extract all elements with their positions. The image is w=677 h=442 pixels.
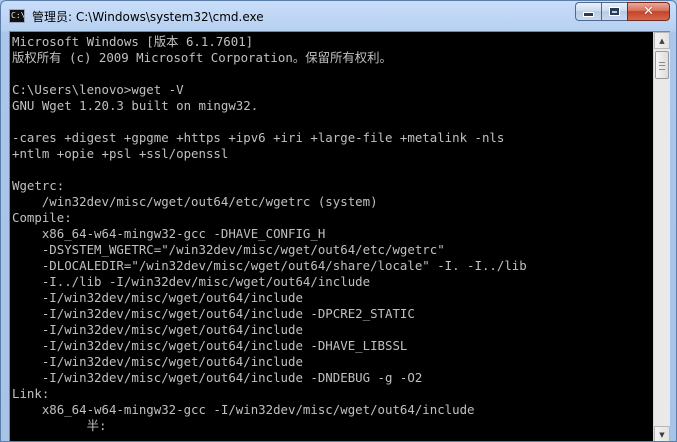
scroll-up-button[interactable]: ▲ [654,32,670,49]
console-line: -cares +digest +gpgme +https +ipv6 +iri … [12,130,505,145]
console-line: +ntlm +opie +psl +ssl/openssl [12,146,229,161]
console-output[interactable]: Microsoft Windows [版本 6.1.7601] 版权所有 (c) … [10,32,654,441]
console-line: -DLOCALEDIR="/win32dev/misc/wget/out64/s… [12,258,527,273]
console-line: -I/win32dev/misc/wget/out64/include [12,322,303,337]
minimize-icon [583,12,594,17]
console-line: x86_64-w64-mingw32-gcc -I/win32dev/misc/… [12,402,475,417]
close-button[interactable]: ✕ [627,2,670,21]
scroll-down-button[interactable]: ▼ [654,426,670,441]
cmd-window: C:\ 管理员: C:\Windows\system32\cmd.exe ✕ M… [0,0,677,442]
console-line: 版权所有 (c) 2009 Microsoft Corporation。保留所有… [12,50,392,65]
console-line: Link: [12,386,50,401]
console-line: Microsoft Windows [版本 6.1.7601] [12,34,254,49]
console-line: -I../lib -I/win32dev/misc/wget/out64/inc… [12,274,371,289]
caption-buttons: ✕ [575,2,670,21]
console-client-area: Microsoft Windows [版本 6.1.7601] 版权所有 (c) … [9,31,670,441]
grip-icon [659,62,665,70]
console-line: -I/win32dev/misc/wget/out64/include [12,290,303,305]
console-line: -I/win32dev/misc/wget/out64/include -DND… [12,370,423,385]
close-icon: ✕ [643,4,654,19]
console-line: Compile: [12,210,72,225]
console-line: Wgetrc: [12,178,65,193]
console-line: /win32dev/misc/wget/out64/etc/wgetrc (sy… [12,194,378,209]
console-line: C:\Users\lenovo>wget -V [12,82,184,97]
maximize-icon [609,7,620,16]
console-line: GNU Wget 1.20.3 built on mingw32. [12,98,259,113]
scroll-thumb[interactable] [655,51,669,79]
cmd-window-icon[interactable]: C:\ [9,9,25,23]
window-title: 管理员: C:\Windows\system32\cmd.exe [32,10,264,24]
chevron-up-icon: ▲ [659,36,665,45]
console-line: -DSYSTEM_WGETRC="/win32dev/misc/wget/out… [12,242,445,257]
console-line: x86_64-w64-mingw32-gcc -DHAVE_CONFIG_H [12,226,326,241]
vertical-scrollbar[interactable]: ▲ ▼ [653,32,670,441]
console-line: -I/win32dev/misc/wget/out64/include -DHA… [12,338,408,353]
console-line: 半: [12,418,107,433]
console-line: -I/win32dev/misc/wget/out64/include -DPC… [12,306,415,321]
chevron-down-icon: ▼ [659,430,665,439]
console-line: -I/win32dev/misc/wget/out64/include [12,354,303,369]
title-bar[interactable]: C:\ 管理员: C:\Windows\system32\cmd.exe ✕ [1,1,676,31]
minimize-button[interactable] [575,2,601,21]
maximize-button[interactable] [601,2,627,21]
